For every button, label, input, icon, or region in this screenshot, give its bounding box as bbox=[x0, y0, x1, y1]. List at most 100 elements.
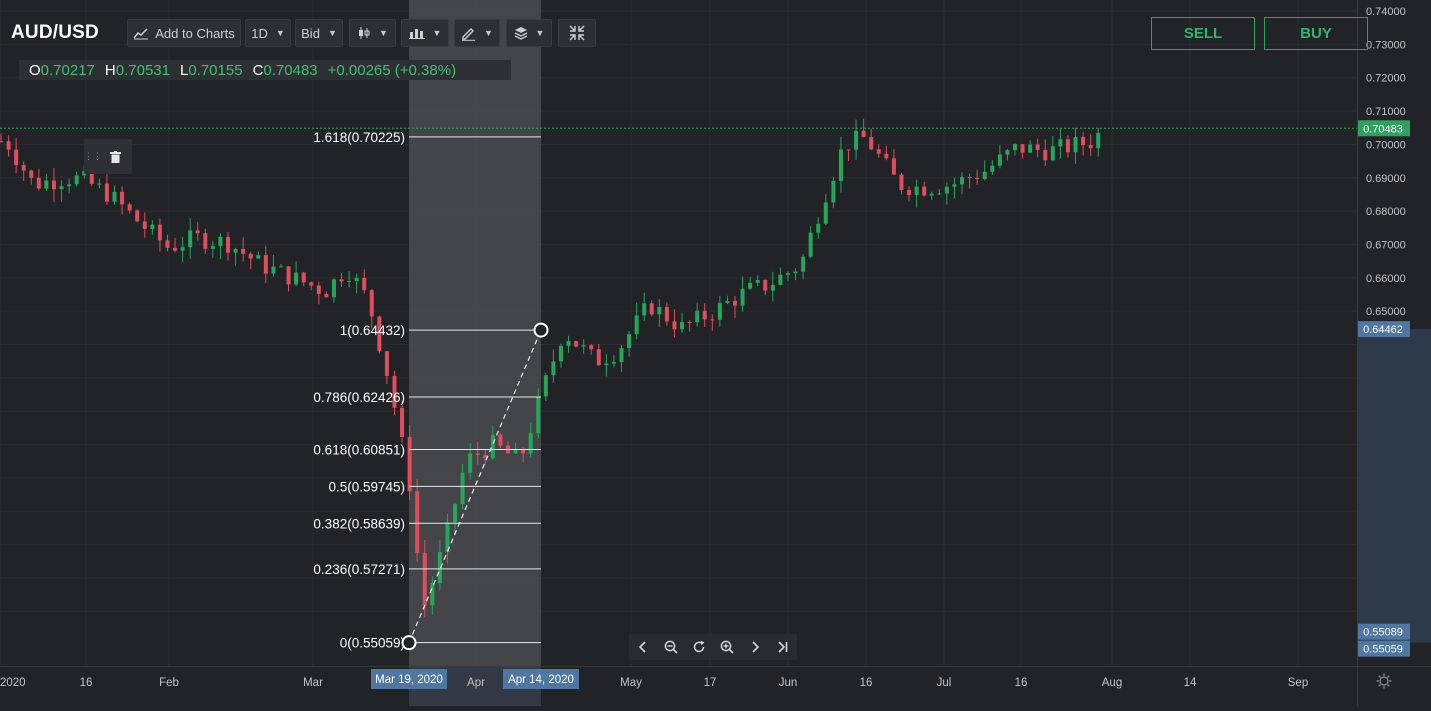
price-type-select[interactable]: Bid ▼ bbox=[295, 19, 343, 47]
price-tick-label: 0.65000 bbox=[1366, 306, 1406, 318]
candle-body bbox=[384, 351, 389, 376]
open-label: O bbox=[29, 61, 41, 79]
candle-body bbox=[687, 322, 692, 324]
candle-body bbox=[990, 165, 995, 172]
trash-icon bbox=[109, 150, 121, 163]
grip-icon[interactable]: ⋮⋮ bbox=[84, 151, 102, 162]
zoom-out-icon bbox=[664, 640, 678, 654]
candle-body bbox=[793, 271, 798, 274]
scroll-left-button[interactable] bbox=[629, 634, 657, 660]
candle-body bbox=[331, 279, 336, 298]
candle-body bbox=[982, 171, 987, 180]
chevron-left-icon bbox=[639, 641, 647, 653]
time-tick-label: Jun bbox=[779, 677, 798, 689]
candle-body bbox=[1050, 146, 1055, 161]
candle-body bbox=[324, 293, 329, 298]
candle-body bbox=[1020, 144, 1025, 153]
candle-body bbox=[309, 282, 314, 286]
candle-body bbox=[286, 266, 291, 285]
candle-body bbox=[301, 272, 306, 283]
candle-body bbox=[596, 349, 601, 366]
open-value: 0.70217 bbox=[40, 61, 95, 79]
candle-body bbox=[891, 158, 896, 175]
sell-button[interactable]: SELL bbox=[1151, 17, 1255, 50]
candle-body bbox=[589, 345, 594, 350]
time-tick-label: Feb bbox=[159, 677, 179, 689]
candle-body bbox=[347, 280, 352, 282]
interval-label: 1D bbox=[251, 25, 268, 41]
candle-body bbox=[907, 190, 912, 195]
close-label: C bbox=[252, 61, 264, 79]
candle-body bbox=[36, 177, 41, 189]
candle-body bbox=[6, 141, 11, 150]
fib-level-label: 0.382(0.58639) bbox=[313, 516, 405, 531]
chart-area[interactable]: 1.618(0.70225) 1(0.64432) 0.786(0.62426) 0.… bbox=[0, 0, 1431, 706]
chart-settings-button[interactable] bbox=[1376, 673, 1392, 689]
price-tick-label: 0.67000 bbox=[1366, 239, 1406, 251]
candle-body bbox=[672, 321, 677, 330]
candle-body bbox=[135, 210, 140, 222]
add-to-charts-button[interactable]: Add to Charts bbox=[127, 19, 241, 47]
chart-type-select[interactable]: ▼ bbox=[349, 19, 396, 47]
time-tick-label: 16 bbox=[1015, 677, 1028, 689]
chevron-down-icon: ▼ bbox=[379, 28, 388, 38]
candle-body bbox=[218, 236, 223, 247]
candle-body bbox=[778, 274, 783, 285]
candle-body bbox=[884, 153, 889, 159]
change-value: +0.00265 (+0.38%) bbox=[327, 61, 457, 79]
time-tick-label: 16 bbox=[860, 677, 873, 689]
candle-body bbox=[997, 154, 1002, 166]
candle-body bbox=[180, 247, 185, 251]
candle-body bbox=[627, 334, 632, 349]
candle-body bbox=[475, 453, 480, 456]
zoom-in-button[interactable] bbox=[713, 634, 741, 660]
indicators-select[interactable]: ▼ bbox=[401, 19, 449, 47]
candle-body bbox=[755, 280, 760, 283]
zoom-out-button[interactable] bbox=[657, 634, 685, 660]
scroll-right-button[interactable] bbox=[741, 634, 769, 660]
price-tick-label: 0.74000 bbox=[1366, 6, 1406, 18]
candle-body bbox=[816, 223, 821, 233]
high-label: H bbox=[104, 61, 116, 79]
low-label: L bbox=[179, 61, 189, 79]
candle-body bbox=[1028, 144, 1033, 153]
candle-body bbox=[460, 472, 465, 505]
time-tick-label: May bbox=[620, 677, 642, 689]
line-chart-icon bbox=[133, 27, 149, 40]
time-tick-label: 14 bbox=[1184, 677, 1197, 689]
candle-body bbox=[702, 310, 707, 320]
candle-body bbox=[294, 272, 299, 285]
candle-body bbox=[97, 183, 102, 185]
candle-body bbox=[74, 175, 79, 185]
time-tick-label: 17 bbox=[704, 677, 717, 689]
candle-body bbox=[876, 149, 881, 154]
interval-select[interactable]: 1D ▼ bbox=[245, 19, 291, 47]
fib-anchor-handle[interactable] bbox=[533, 322, 549, 338]
candle-body bbox=[188, 230, 193, 248]
jump-to-latest-button[interactable] bbox=[769, 634, 797, 660]
buy-button[interactable]: BUY bbox=[1264, 17, 1368, 50]
candle-body bbox=[1035, 144, 1040, 150]
fib-anchor-handle[interactable] bbox=[401, 635, 417, 651]
candle-body bbox=[861, 130, 866, 137]
price-tick-label: 0.73000 bbox=[1366, 39, 1406, 51]
candle-body bbox=[362, 278, 367, 291]
candle-body bbox=[316, 285, 321, 294]
drawing-tools-select[interactable]: ▼ bbox=[454, 19, 500, 47]
ohlc-readout: O 0.70217 H 0.70531 L 0.70155 C 0.70483 … bbox=[19, 60, 511, 80]
delete-drawing-button[interactable] bbox=[98, 150, 132, 163]
candle-body bbox=[717, 302, 722, 320]
collapse-button[interactable] bbox=[558, 19, 596, 47]
candle-body bbox=[770, 284, 775, 291]
candle-body bbox=[664, 307, 669, 322]
candle-body bbox=[611, 362, 616, 364]
bar-type-icon bbox=[408, 27, 425, 39]
price-chart[interactable]: 1.618(0.70225) 1(0.64432) 0.786(0.62426) 0.… bbox=[0, 0, 1431, 706]
reset-view-button[interactable] bbox=[685, 634, 713, 660]
layers-select[interactable]: ▼ bbox=[506, 19, 552, 47]
drawing-toolbar: ⋮⋮ bbox=[84, 139, 132, 174]
candle-body bbox=[44, 180, 49, 189]
price-tick-label: 0.66000 bbox=[1366, 273, 1406, 285]
chevron-down-icon: ▼ bbox=[432, 28, 442, 38]
candle-body bbox=[21, 165, 26, 171]
